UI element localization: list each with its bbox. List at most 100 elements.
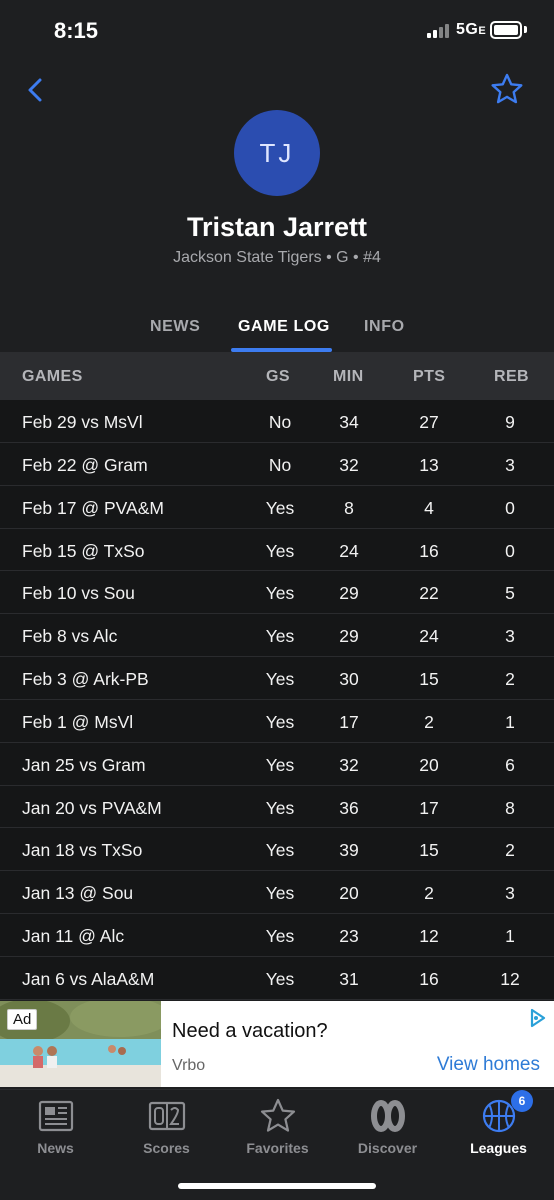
- column-header-gs[interactable]: GS: [266, 368, 290, 386]
- tabbar-favorites[interactable]: Favorites: [222, 1096, 333, 1156]
- table-header: GAMES GS MIN PTS REB: [0, 352, 554, 400]
- tabbar-leagues[interactable]: 6 Leagues: [443, 1090, 554, 1156]
- scoreboard-icon: [148, 1101, 185, 1131]
- tabbar-discover-label: Discover: [357, 1140, 418, 1156]
- player-name: Tristan Jarrett: [186, 212, 368, 242]
- table-row[interactable]: Jan 11 @ Alc Yes 23 12 1: [0, 914, 554, 957]
- cell-pts: 22: [419, 583, 439, 604]
- table-row[interactable]: Feb 10 vs Sou Yes 29 22 5: [0, 571, 554, 615]
- cell-gs: Yes: [265, 840, 295, 861]
- tab-info[interactable]: INFO: [364, 318, 405, 336]
- cell-gs: Yes: [265, 669, 295, 690]
- chevron-left-icon: [28, 78, 42, 102]
- cell-gs: No: [268, 454, 292, 475]
- table-row[interactable]: Jan 13 @ Sou Yes 20 2 3: [0, 871, 554, 915]
- cell-gs: Yes: [265, 754, 295, 775]
- cell-pts: 15: [419, 669, 439, 690]
- cell-game: Jan 11 @ Alc: [22, 926, 125, 947]
- column-header-min[interactable]: MIN: [333, 368, 364, 386]
- column-header-reb[interactable]: REB: [494, 368, 529, 386]
- ad-cta-link[interactable]: View homes: [437, 1054, 540, 1076]
- cell-gs: Yes: [265, 968, 295, 989]
- cell-game: Jan 25 vs Gram: [22, 754, 146, 775]
- cell-gs: Yes: [265, 797, 295, 818]
- cell-reb: 9: [505, 412, 515, 432]
- cell-game: Feb 15 @ TxSo: [22, 540, 145, 561]
- table-row[interactable]: Feb 29 vs MsVl No 34 27 9: [0, 400, 554, 443]
- cell-reb: 6: [505, 754, 515, 775]
- tabbar-discover[interactable]: Discover: [332, 1096, 443, 1156]
- cell-game: Jan 18 vs TxSo: [22, 840, 143, 861]
- column-header-pts[interactable]: PTS: [413, 368, 445, 386]
- ad-banner[interactable]: Ad Need a vacation? Vrbo View homes: [0, 1001, 554, 1087]
- tabbar-leagues-label: Leagues: [470, 1140, 527, 1156]
- cell-reb: 3: [505, 454, 515, 475]
- ad-advertiser: Vrbo: [172, 1057, 206, 1074]
- tabbar-news[interactable]: News: [0, 1096, 111, 1156]
- table-row[interactable]: Jan 20 vs PVA&M Yes 36 17 8: [0, 785, 554, 829]
- table-row[interactable]: Feb 17 @ PVA&M Yes 8 4 0: [0, 485, 554, 529]
- cell-min: 30: [339, 669, 359, 690]
- cell-min: 17: [339, 711, 359, 732]
- home-indicator[interactable]: [178, 1183, 376, 1189]
- cell-pts: 2: [424, 883, 434, 904]
- cell-pts: 2: [424, 711, 434, 732]
- star-icon: [260, 1098, 295, 1132]
- cell-reb: 0: [505, 540, 515, 561]
- cell-min: 24: [339, 540, 359, 561]
- game-log-table: GAMES GS MIN PTS REB Feb 29 vs MsVl No 34 2…: [0, 352, 554, 1000]
- battery-icon: [490, 21, 522, 39]
- network-type: 5GE: [456, 21, 487, 38]
- table-row[interactable]: Jan 18 vs TxSo Yes 39 15 2: [0, 828, 554, 872]
- cell-gs: Yes: [265, 497, 295, 518]
- column-header-games[interactable]: GAMES: [22, 368, 83, 386]
- cell-game: Feb 10 vs Sou: [22, 583, 135, 604]
- ad-headline: Need a vacation?: [172, 1020, 328, 1042]
- table-row[interactable]: Feb 1 @ MsVl Yes 17 2 1: [0, 699, 554, 743]
- cell-game: Feb 8 vs Alc: [22, 626, 118, 647]
- cell-gs: Yes: [265, 883, 295, 904]
- cell-reb: 3: [505, 626, 515, 647]
- tabbar-favorites-label: Favorites: [246, 1140, 309, 1156]
- cell-pts: 24: [419, 626, 439, 647]
- tabbar-scores[interactable]: Scores: [111, 1096, 222, 1156]
- status-time: 8:15: [54, 18, 99, 43]
- cell-game: Jan 13 @ Sou: [22, 883, 134, 904]
- cell-min: 36: [339, 797, 359, 818]
- tab-game-log[interactable]: GAME LOG: [238, 318, 330, 336]
- cell-pts: 4: [424, 497, 434, 518]
- cell-reb: 2: [505, 840, 515, 861]
- tab-news[interactable]: NEWS: [150, 318, 200, 336]
- player-team-position: Jackson State Tigers • G • #4: [173, 249, 381, 266]
- cell-reb: 12: [500, 968, 520, 989]
- table-row[interactable]: Feb 3 @ Ark-PB Yes 30 15 2: [0, 657, 554, 700]
- table-row[interactable]: Feb 22 @ Gram No 32 13 3: [0, 442, 554, 486]
- cell-reb: 1: [505, 711, 515, 732]
- cell-game: Feb 3 @ Ark-PB: [22, 669, 149, 690]
- status-bar: 8:15 5GE: [0, 0, 554, 60]
- cell-min: 32: [339, 754, 359, 775]
- cell-pts: 16: [419, 540, 439, 561]
- cell-game: Feb 29 vs MsVl: [22, 412, 143, 432]
- battery-nub: [524, 26, 527, 33]
- tabbar-scores-label: Scores: [143, 1140, 190, 1156]
- cell-pts: 17: [419, 797, 439, 818]
- ad-choices-icon[interactable]: [526, 1007, 548, 1029]
- cell-gs: Yes: [265, 926, 295, 947]
- table-row[interactable]: Feb 15 @ TxSo Yes 24 16 0: [0, 528, 554, 572]
- cell-min: 34: [339, 412, 359, 432]
- cell-gs: No: [268, 412, 292, 432]
- cell-pts: 12: [419, 926, 439, 947]
- star-outline-icon: [491, 73, 523, 104]
- cell-min: 29: [339, 626, 359, 647]
- cell-game: Feb 22 @ Gram: [22, 454, 148, 475]
- table-row[interactable]: Jan 25 vs Gram Yes 32 20 6: [0, 742, 554, 786]
- cell-pts: 27: [419, 412, 439, 432]
- cell-pts: 13: [419, 454, 439, 475]
- back-button[interactable]: [20, 74, 52, 106]
- tabbar-news-label: News: [37, 1140, 74, 1156]
- table-row[interactable]: Feb 8 vs Alc Yes 29 24 3: [0, 614, 554, 658]
- favorite-button[interactable]: [490, 72, 524, 106]
- cell-min: 23: [339, 926, 359, 947]
- table-row[interactable]: Jan 6 vs AlaA&M Yes 31 16 12: [0, 956, 554, 1000]
